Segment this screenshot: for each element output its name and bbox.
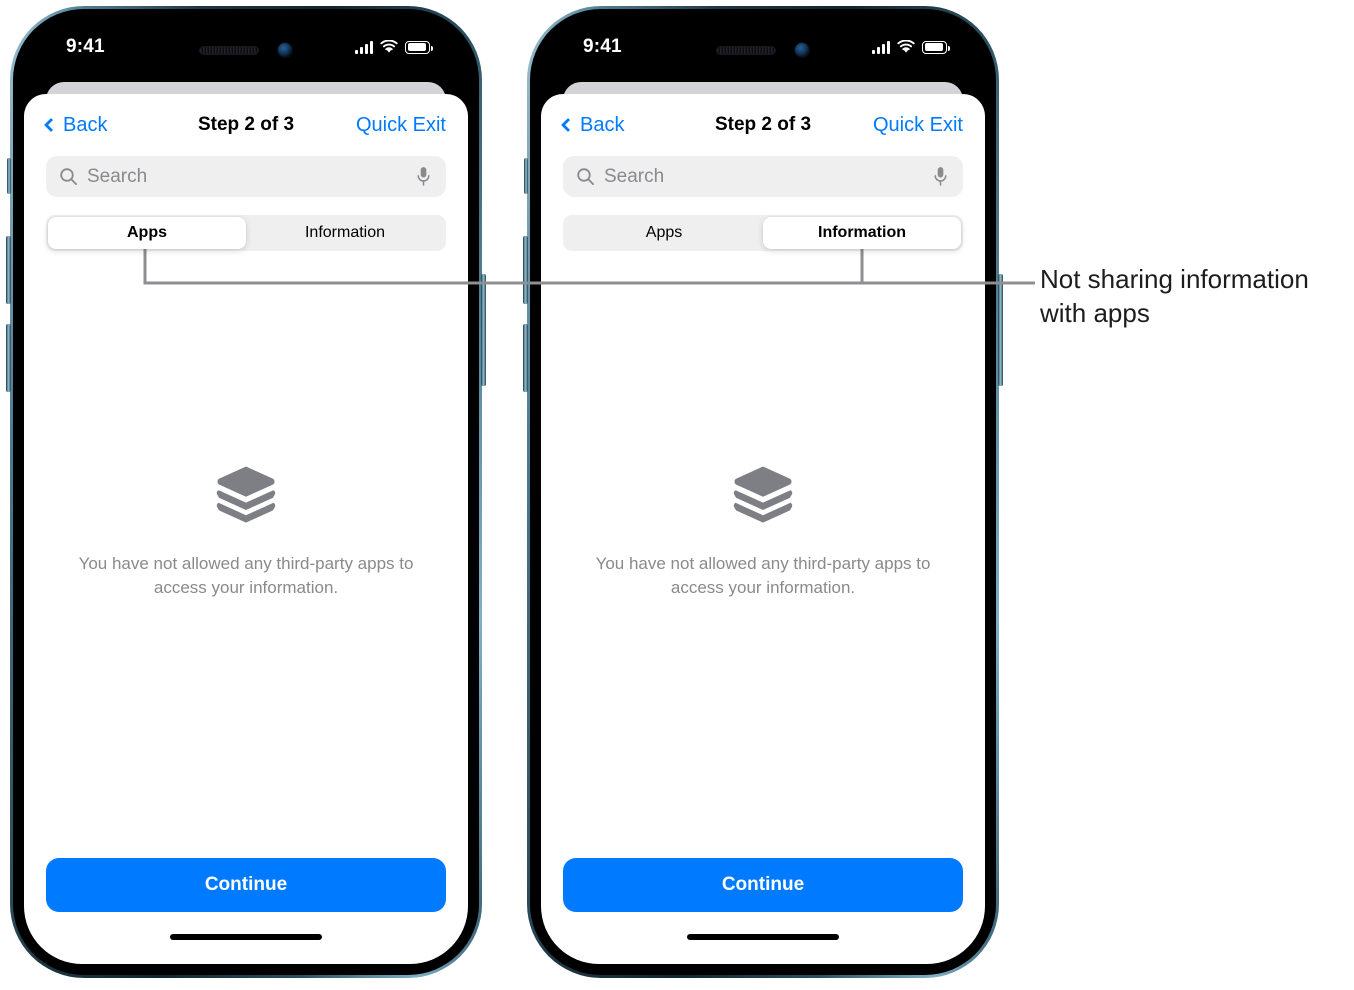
search-field[interactable]: Search — [563, 156, 963, 197]
microphone-icon[interactable] — [416, 166, 431, 187]
modal-sheet-right: Back Step 2 of 3 Quick Exit Search Apps … — [541, 94, 985, 964]
callout-annotation: Not sharing information with apps — [1040, 263, 1354, 331]
phone-mockup-left: 9:41 Back Step 2 of 3 Quick Exit Search … — [6, 6, 486, 978]
quick-exit-button[interactable]: Quick Exit — [356, 114, 446, 137]
volume-down-button[interactable] — [523, 324, 528, 392]
battery-icon — [405, 40, 433, 54]
search-input-placeholder: Search — [87, 165, 148, 187]
stacked-layers-icon — [733, 466, 793, 523]
navigation-bar: Back Step 2 of 3 Quick Exit — [24, 94, 468, 156]
home-indicator — [541, 930, 985, 964]
back-button[interactable]: Back — [43, 113, 108, 137]
status-bar-time: 9:41 — [66, 36, 105, 57]
empty-state-message: You have not allowed any third-party app… — [595, 554, 931, 597]
empty-state-message: You have not allowed any third-party app… — [78, 554, 414, 597]
search-icon — [577, 168, 595, 186]
back-button-label: Back — [580, 113, 625, 136]
segment-apps[interactable]: Apps — [565, 217, 763, 249]
power-button[interactable] — [481, 274, 486, 386]
status-bar: 9:41 — [24, 20, 468, 74]
home-indicator — [24, 930, 468, 964]
search-bar-container: Search — [541, 156, 985, 197]
chevron-left-icon — [560, 117, 576, 133]
segmented-control[interactable]: Apps Information — [563, 215, 963, 251]
status-bar-time: 9:41 — [583, 36, 622, 57]
quick-exit-button[interactable]: Quick Exit — [873, 114, 963, 137]
modal-sheet-left: Back Step 2 of 3 Quick Exit Search Apps … — [24, 94, 468, 964]
continue-button[interactable]: Continue — [46, 858, 446, 912]
empty-state-area: You have not allowed any third-party app… — [541, 205, 985, 858]
silent-switch-button[interactable] — [524, 158, 528, 194]
empty-state-area: You have not allowed any third-party app… — [24, 205, 468, 858]
segmented-control[interactable]: Apps Information — [46, 215, 446, 251]
segment-information[interactable]: Information — [246, 217, 444, 249]
volume-down-button[interactable] — [6, 324, 11, 392]
microphone-icon[interactable] — [933, 166, 948, 187]
search-input-placeholder: Search — [604, 165, 665, 187]
continue-button[interactable]: Continue — [563, 858, 963, 912]
screenshot-root: 9:41 Back Step 2 of 3 Quick Exit Search … — [0, 0, 1354, 990]
volume-up-button[interactable] — [523, 236, 528, 304]
status-bar-indicators — [872, 40, 951, 54]
battery-icon — [922, 40, 950, 54]
callout-line-2: with apps — [1040, 297, 1150, 328]
status-bar: 9:41 — [541, 20, 985, 74]
stacked-layers-icon — [216, 466, 276, 523]
cta-container: Continue — [24, 858, 468, 930]
phone-screen-left: 9:41 Back Step 2 of 3 Quick Exit Search … — [24, 20, 468, 964]
phone-screen-right: 9:41 Back Step 2 of 3 Quick Exit Search … — [541, 20, 985, 964]
wifi-icon — [897, 40, 915, 53]
wifi-icon — [380, 40, 398, 53]
back-button-label: Back — [63, 113, 108, 136]
callout-line-1: Not sharing information — [1040, 264, 1309, 294]
silent-switch-button[interactable] — [7, 158, 11, 194]
chevron-left-icon — [43, 117, 59, 133]
cellular-bars-icon — [872, 40, 890, 54]
status-bar-indicators — [355, 40, 434, 54]
power-button[interactable] — [998, 274, 1003, 386]
back-button[interactable]: Back — [560, 113, 625, 137]
search-field[interactable]: Search — [46, 156, 446, 197]
volume-up-button[interactable] — [6, 236, 11, 304]
phone-mockup-right: 9:41 Back Step 2 of 3 Quick Exit Search … — [523, 6, 1003, 978]
cta-container: Continue — [541, 858, 985, 930]
segment-information[interactable]: Information — [763, 217, 961, 249]
navigation-bar: Back Step 2 of 3 Quick Exit — [541, 94, 985, 156]
search-bar-container: Search — [24, 156, 468, 197]
search-icon — [60, 168, 78, 186]
cellular-bars-icon — [355, 40, 373, 54]
segment-apps[interactable]: Apps — [48, 217, 246, 249]
